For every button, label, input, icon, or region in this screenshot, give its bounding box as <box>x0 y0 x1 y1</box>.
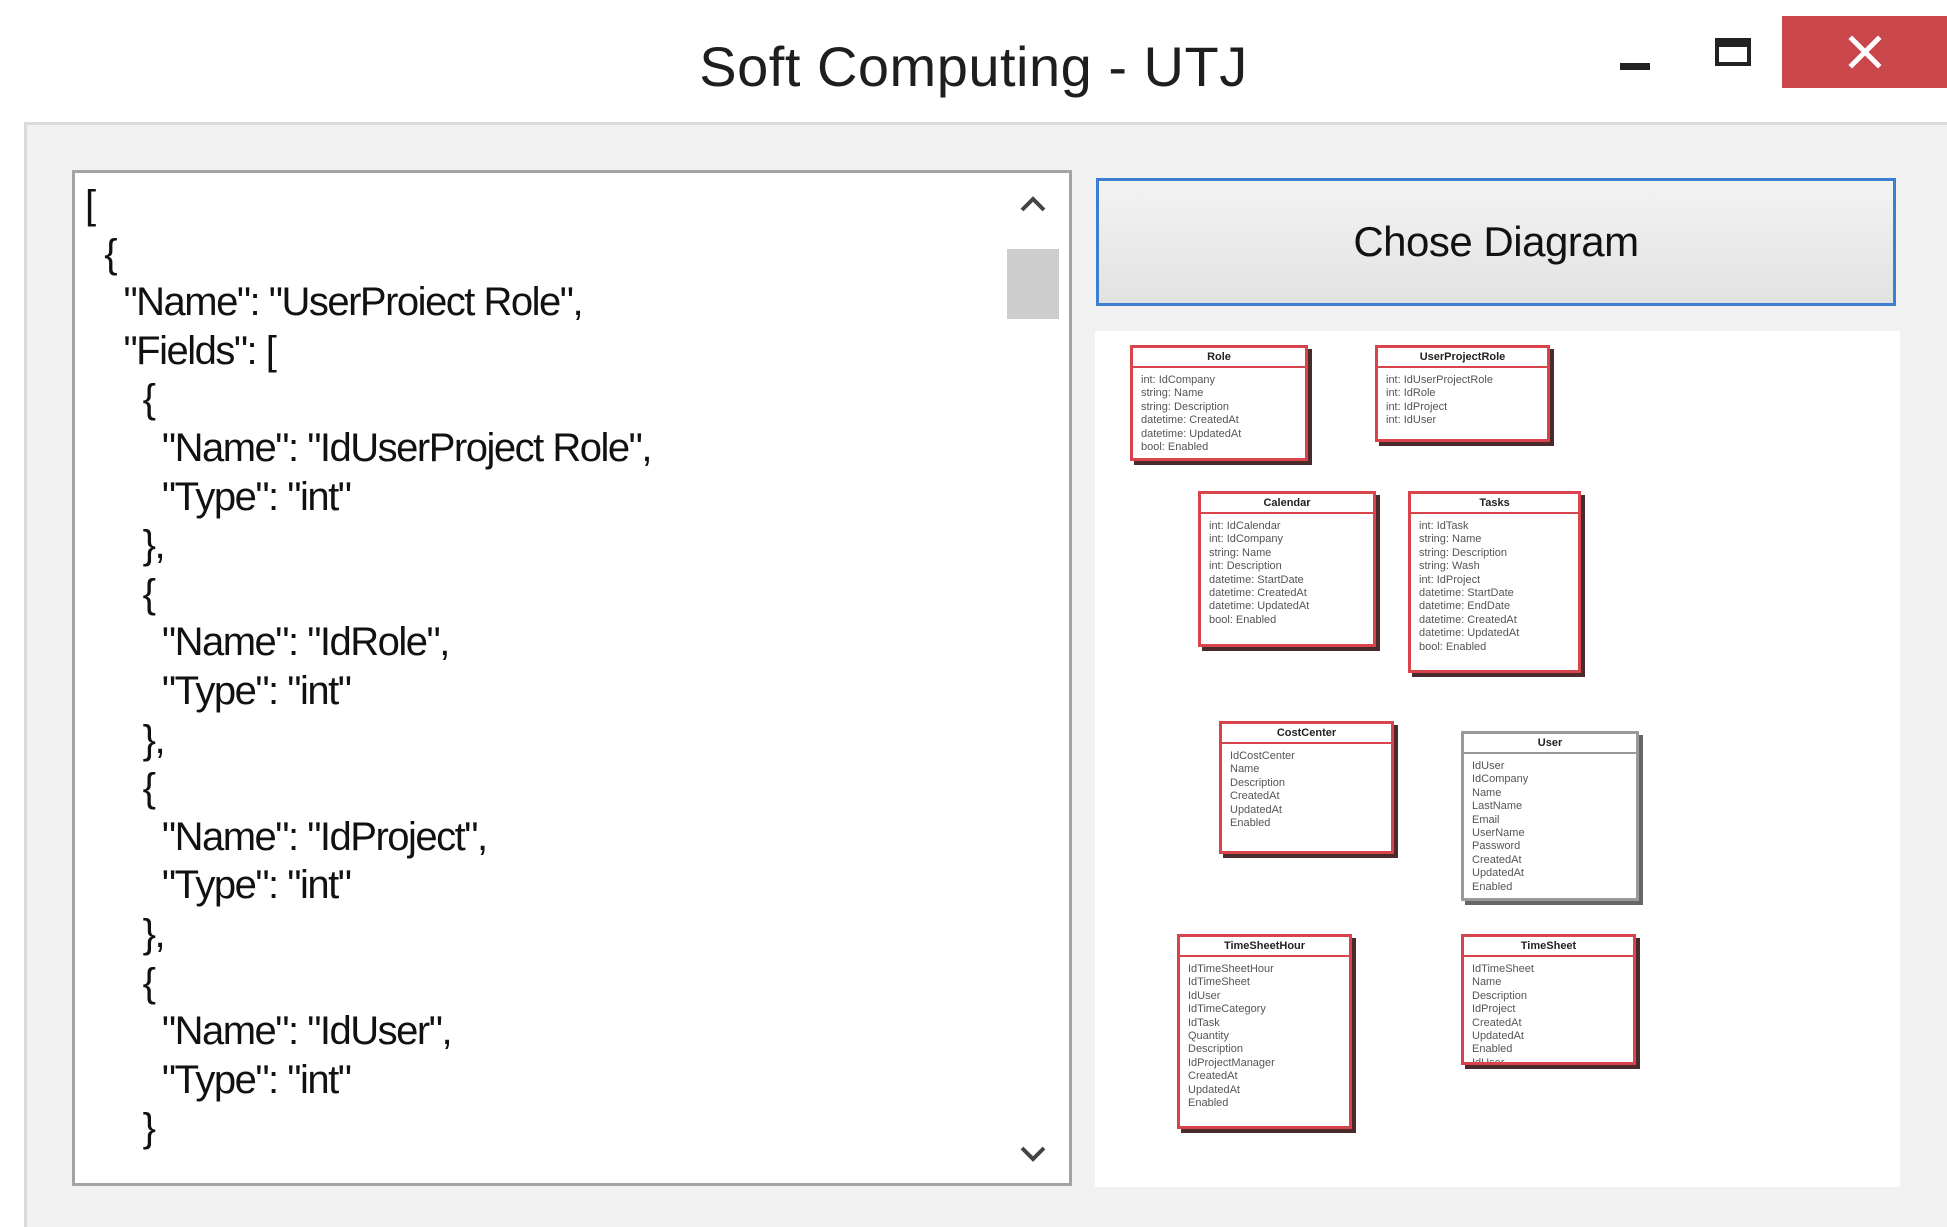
class-field: string: Name <box>1141 387 1204 400</box>
class-field: UpdatedAt <box>1472 1030 1524 1043</box>
chevron-up-icon[interactable] <box>1005 179 1061 229</box>
class-field: int: IdCalendar <box>1209 520 1281 532</box>
class-fields: IdTimeSheet Name Description IdProject Creat… <box>1464 957 1633 1065</box>
class-field: datetime: CreatedAt <box>1141 414 1239 427</box>
class-field: int: IdProject <box>1386 400 1448 413</box>
class-fields: int: IdUserProjectRole int: IdRole int: Id… <box>1378 368 1547 428</box>
class-field: int: IdProject <box>1419 573 1481 586</box>
class-field: Enabled <box>1230 817 1271 830</box>
vertical-scrollbar[interactable] <box>1005 179 1061 1179</box>
class-fields: int: IdTask string: Name string: Descripti… <box>1411 514 1578 654</box>
class-field: IdUser <box>1188 989 1221 1002</box>
class-field: bool: Enabled <box>1141 441 1209 454</box>
class-field: Description <box>1230 776 1286 789</box>
class-field: CreatedAt <box>1230 790 1280 803</box>
class-field: int: IdTask <box>1419 520 1469 532</box>
class-field: IdTask <box>1188 1016 1220 1029</box>
class-title: Tasks <box>1411 494 1578 514</box>
class-field: int: IdCompany <box>1209 533 1283 546</box>
class-field: int: IdRole <box>1386 387 1436 400</box>
class-field: int: IdCompany <box>1141 374 1215 386</box>
class-field: int: IdUserProjectRole <box>1386 374 1493 386</box>
class-field: UserName <box>1472 827 1525 840</box>
class-field: CreatedAt <box>1188 1070 1238 1083</box>
class-field: Quantity <box>1188 1030 1229 1043</box>
class-field: IdUser <box>1472 1056 1505 1065</box>
class-box-costcenter: CostCenter IdCostCenter Name Description Cr… <box>1219 721 1394 854</box>
class-field: datetime: StartDate <box>1419 587 1514 600</box>
class-title: CostCenter <box>1222 724 1391 744</box>
class-field: IdProject <box>1472 1003 1516 1016</box>
class-box-userprojectrole: UserProjectRole int: IdUserProjectRole in… <box>1375 345 1550 442</box>
class-title: TimeSheetHour <box>1180 937 1349 957</box>
class-fields: IdCostCenter Name Description CreatedAt Upda… <box>1222 744 1391 830</box>
class-title: Role <box>1133 348 1305 368</box>
class-box-calendar: Calendar int: IdCalendar int: IdCompany st… <box>1198 491 1376 647</box>
title-bar[interactable]: Soft Computing - UTJ <box>0 0 1947 122</box>
class-box-timesheethour: TimeSheetHour IdTimeSheetHour IdTimeSheet… <box>1177 934 1352 1129</box>
class-field: IdTimeCategory <box>1188 1003 1266 1016</box>
class-box-timesheet: TimeSheet IdTimeSheet Name Description IdPr… <box>1461 934 1636 1065</box>
class-field: bool: Enabled <box>1209 613 1277 626</box>
diagram-canvas: Role int: IdCompany string: Name string: D… <box>1095 331 1900 1187</box>
class-field: datetime: StartDate <box>1209 573 1304 586</box>
class-field: datetime: UpdatedAt <box>1419 627 1520 640</box>
class-field: string: Description <box>1419 546 1508 559</box>
class-field: Enabled <box>1188 1097 1229 1110</box>
class-box-role: Role int: IdCompany string: Name string: D… <box>1130 345 1308 461</box>
scrollbar-thumb[interactable] <box>1007 249 1059 319</box>
class-field: bool: Enabled <box>1419 640 1487 653</box>
class-title: Calendar <box>1201 494 1373 514</box>
class-fields: int: IdCompany string: Name string: Descri… <box>1133 368 1305 454</box>
class-field: datetime: CreatedAt <box>1419 613 1517 626</box>
chevron-down-icon[interactable] <box>1005 1129 1061 1179</box>
class-title: User <box>1464 734 1636 754</box>
class-field: string: Name <box>1209 546 1272 559</box>
class-field: Email <box>1472 813 1500 826</box>
class-field: Password <box>1472 840 1521 853</box>
class-field: IdUser <box>1472 760 1505 772</box>
class-field: Name <box>1472 786 1502 799</box>
class-field: Description <box>1188 1043 1244 1056</box>
class-field: CreatedAt <box>1472 853 1522 866</box>
class-field: string: Wash <box>1419 560 1480 573</box>
json-text: [ { "Name": "UserProiect Role", "Fields"… <box>85 183 652 1151</box>
class-fields: IdTimeSheetHour IdTimeSheet IdUser IdTimeCa… <box>1180 957 1349 1110</box>
class-field: datetime: UpdatedAt <box>1209 600 1310 613</box>
class-field: int: IdUser <box>1386 414 1437 427</box>
class-field: Description <box>1472 989 1528 1002</box>
chose-diagram-button[interactable]: Chose Diagram <box>1096 178 1896 306</box>
class-field: Enabled <box>1472 880 1513 893</box>
class-field: string: Name <box>1419 533 1482 546</box>
class-field: IdProjectManager <box>1188 1056 1275 1069</box>
maximize-icon[interactable] <box>1698 16 1768 88</box>
minimize-icon[interactable] <box>1600 16 1670 88</box>
class-field: datetime: EndDate <box>1419 600 1511 613</box>
class-box-tasks: Tasks int: IdTask string: Name string: Des… <box>1408 491 1581 673</box>
class-fields: int: IdCalendar int: IdCompany string: Nam… <box>1201 514 1373 627</box>
class-box-user: User IdUser IdCompany Name LastName Email Use… <box>1461 731 1639 901</box>
class-field: int: Description <box>1209 560 1282 573</box>
class-field: UpdatedAt <box>1230 803 1282 816</box>
class-title: TimeSheet <box>1464 937 1633 957</box>
class-field: IdCompany <box>1472 773 1529 786</box>
class-title: UserProjectRole <box>1378 348 1547 368</box>
class-field: LastName <box>1472 800 1523 813</box>
class-fields: IdUser IdCompany Name LastName Email UserName… <box>1464 754 1636 894</box>
class-field: Name <box>1472 976 1502 989</box>
class-field: Enabled <box>1472 1043 1513 1056</box>
class-field: IdTimeSheetHour <box>1188 963 1274 975</box>
class-field: IdTimeSheet <box>1472 963 1534 975</box>
class-field: UpdatedAt <box>1472 867 1524 880</box>
class-field: CreatedAt <box>1472 1016 1522 1029</box>
close-icon[interactable] <box>1782 16 1947 88</box>
class-field: datetime: CreatedAt <box>1209 587 1307 600</box>
json-textbox[interactable]: [ { "Name": "UserProiect Role", "Fields"… <box>72 170 1072 1186</box>
class-field: Name <box>1230 763 1260 776</box>
class-field: IdTimeSheet <box>1188 976 1250 989</box>
class-field: datetime: UpdatedAt <box>1141 427 1242 440</box>
class-field: UpdatedAt <box>1188 1083 1240 1096</box>
class-field: string: Description <box>1141 400 1230 413</box>
class-field: IdCostCenter <box>1230 750 1295 762</box>
